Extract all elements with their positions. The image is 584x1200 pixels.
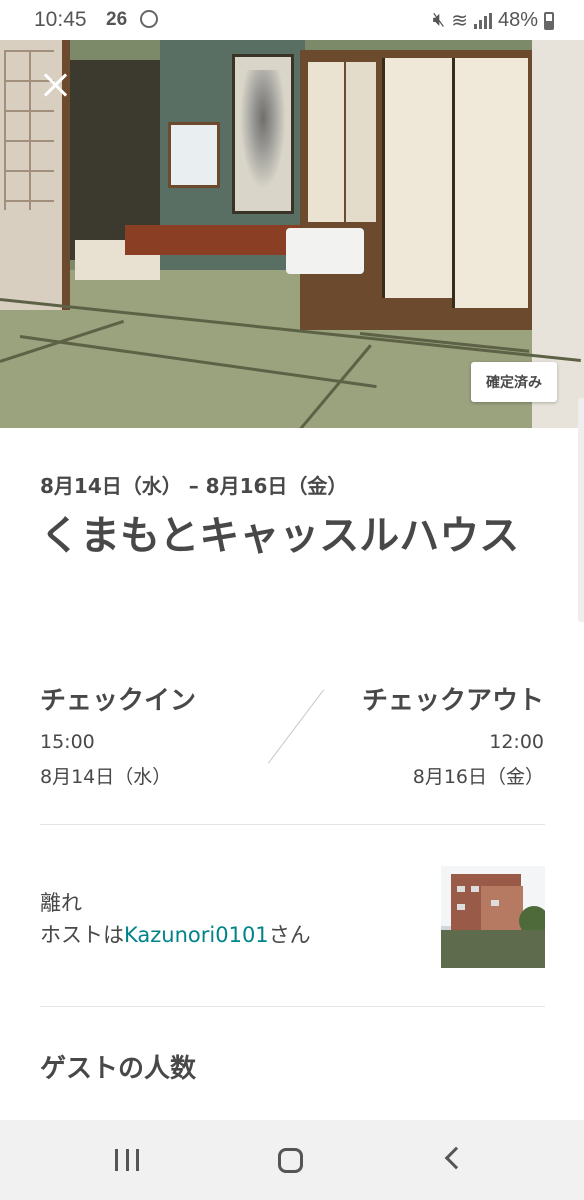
close-icon[interactable] [40,70,72,102]
divider [40,824,545,825]
reservation-dates: 8月14日（水） – 8月16日（金） [40,474,348,498]
battery-percent: 48% [497,9,538,31]
status-badge: 確定済み [471,362,557,402]
recent-apps-icon[interactable] [115,1149,139,1171]
guests-heading: ゲストの人数 [40,1054,197,1084]
listing-title: くまもとキャッスルハウス [40,513,520,559]
checkout-label: チェックアウト [361,686,544,716]
host-avatar[interactable] [441,866,545,968]
messenger-icon [140,10,158,28]
edge-panel-handle[interactable] [578,398,584,622]
home-icon[interactable] [278,1148,303,1173]
battery-icon [544,11,554,30]
room-type: 離れ [40,891,82,915]
checkout-time: 12:00 [489,731,544,753]
host-prefix: ホストは [40,923,124,947]
host-name-link[interactable]: Kazunori0101 [124,923,269,947]
checkin-date: 8月14日（水） [40,766,172,788]
status-right-group: 🔇︎ ≋ 48% [433,8,554,33]
mute-icon: 🔇︎ [432,9,446,31]
host-line: ホストはKazunori0101さん [40,919,311,949]
host-suffix: さん [268,923,311,947]
signal-icon [473,12,492,29]
divider [40,1006,545,1007]
checkin-checkout-divider [267,689,325,764]
wifi-icon: ≋ [451,10,468,32]
status-time: 10:45 [34,8,87,31]
status-temperature: 26 [106,9,128,30]
checkin-time: 15:00 [40,731,95,753]
checkout-date: 8月16日（金） [412,766,544,788]
back-icon[interactable] [444,1146,468,1170]
navigation-bar [0,1120,584,1200]
status-bar: 10:45 26 🔇︎ ≋ 48% [0,0,584,40]
checkin-label: チェックイン [40,686,197,716]
